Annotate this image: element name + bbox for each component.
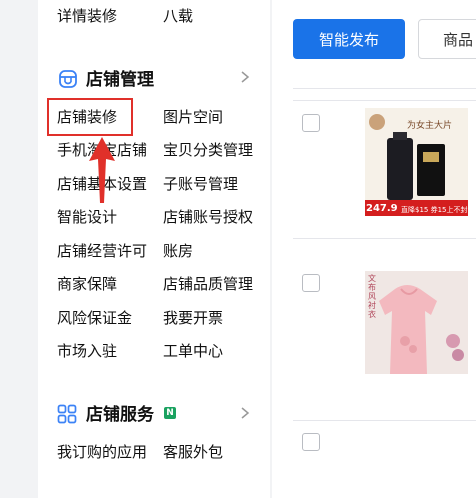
product-image bbox=[365, 271, 468, 374]
smart-publish-button[interactable]: 智能发布 bbox=[293, 19, 405, 59]
row-checkbox[interactable] bbox=[302, 114, 320, 132]
highlight-box bbox=[47, 98, 133, 136]
divider bbox=[293, 100, 476, 101]
arrow-up-icon bbox=[88, 137, 116, 205]
menu-link-item-category[interactable]: 宝贝分类管理 bbox=[163, 140, 253, 160]
menu-link-account-authorization[interactable]: 店铺账号授权 bbox=[163, 207, 253, 227]
main-panel bbox=[272, 0, 476, 498]
thumbnail-caption: 文布风衬衣 bbox=[368, 274, 376, 319]
menu-link-invoice[interactable]: 我要开票 bbox=[163, 308, 223, 328]
apps-grid-icon bbox=[57, 404, 77, 424]
product-thumbnail[interactable]: 文布风衬衣 bbox=[365, 271, 468, 374]
store-icon bbox=[57, 68, 79, 90]
row-checkbox[interactable] bbox=[302, 433, 320, 451]
menu-link-detail-decoration[interactable]: 详情装修 bbox=[57, 6, 117, 26]
menu-link-subscribed-apps[interactable]: 我订购的应用 bbox=[57, 442, 147, 462]
thumbnail-caption: 为女主大片 bbox=[407, 121, 453, 131]
menu-link-market-entry[interactable]: 市场入驻 bbox=[57, 341, 117, 361]
menu-link-image-space[interactable]: 图片空间 bbox=[163, 107, 223, 127]
menu-link-business-license[interactable]: 店铺经营许可 bbox=[57, 241, 147, 261]
divider bbox=[293, 88, 476, 89]
product-thumbnail[interactable]: 为女主大片 247.9 直降$15 券15上不封 bbox=[365, 108, 468, 216]
menu-link-ticket-center[interactable]: 工单中心 bbox=[163, 341, 223, 361]
price-label: 247.9 bbox=[366, 203, 398, 214]
section-title-store-management: 店铺管理 bbox=[86, 70, 154, 90]
divider bbox=[293, 238, 476, 239]
promo-text: 直降$15 券15上不封 bbox=[401, 206, 468, 214]
menu-link-sub-account[interactable]: 子账号管理 bbox=[163, 174, 238, 194]
menu-link-merchant-guarantee[interactable]: 商家保障 bbox=[57, 274, 117, 294]
menu-link-smart-design[interactable]: 智能设计 bbox=[57, 207, 117, 227]
row-checkbox[interactable] bbox=[302, 274, 320, 292]
section-title-store-services: 店铺服务 bbox=[86, 405, 154, 425]
menu-link-risk-deposit[interactable]: 风险保证金 bbox=[57, 308, 132, 328]
divider bbox=[293, 420, 476, 421]
new-badge: N bbox=[164, 407, 176, 419]
menu-link-accounting[interactable]: 账房 bbox=[163, 241, 193, 261]
product-button[interactable]: 商品 bbox=[418, 19, 476, 59]
chevron-right-icon[interactable] bbox=[240, 406, 250, 424]
menu-link-customer-service-outsourcing[interactable]: 客服外包 bbox=[163, 442, 223, 462]
chevron-right-icon[interactable] bbox=[240, 70, 250, 88]
menu-link-quality-management[interactable]: 店铺品质管理 bbox=[163, 274, 253, 294]
menu-link-bazai[interactable]: 八载 bbox=[163, 6, 193, 26]
